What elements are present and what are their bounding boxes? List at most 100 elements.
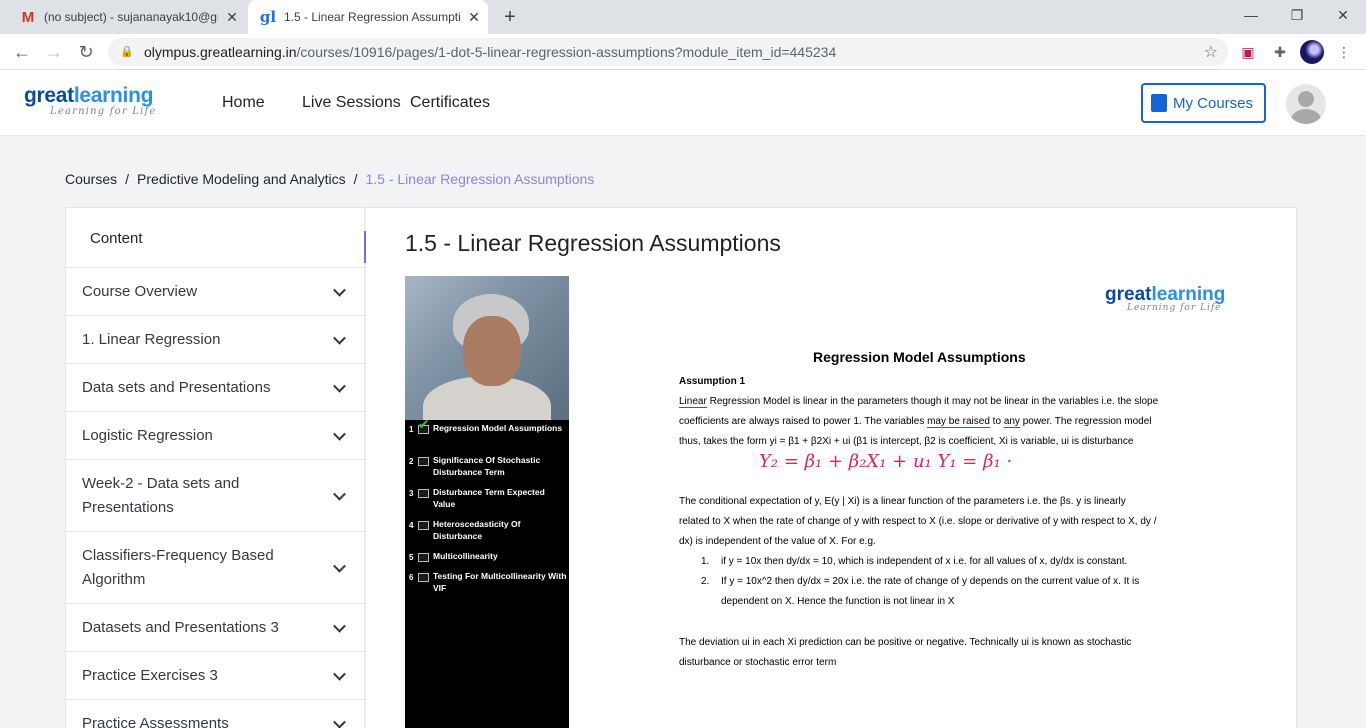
list-number: 1. [701, 556, 710, 567]
toc-item: 2 Significance Of Stochastic Disturbance… [409, 455, 541, 477]
browser-tab-gmail[interactable]: M (no subject) - sujananayak10@gr ✕ [8, 0, 246, 34]
book-icon [1151, 94, 1167, 112]
sidebar-item-label: Datasets and Presentations 3 [82, 618, 279, 636]
sidebar-item-label: Practice Exercises 3 [82, 666, 218, 684]
chevron-down-icon [333, 283, 346, 297]
breadcrumb-current: 1.5 - Linear Regression Assumptions [365, 171, 595, 187]
assumption-label: Assumption 1 [679, 376, 746, 387]
logo-word-great: great [24, 84, 74, 107]
slide-paragraph-2: The conditional expectation of y, E(y | … [679, 496, 1157, 547]
forward-arrow-icon[interactable]: → [40, 38, 68, 66]
close-tab-icon[interactable]: ✕ [460, 9, 488, 26]
toc-item: 3 Disturbance Term Expected Value [409, 487, 545, 509]
site-header: greatlearning Learning for Life Home Liv… [0, 70, 1366, 136]
slide-paragraph-3: The deviation ui in each Xi prediction c… [679, 637, 1132, 668]
presenter-image [405, 276, 569, 420]
toc-item: 1 ✔ Regression Model Assumptions [409, 416, 563, 434]
content-sidebar: Content Course Overview 1. Linear Regres… [65, 207, 365, 728]
checkbox-icon [418, 573, 429, 582]
sidebar-item-label: Classifiers-Frequency Based Algorithm [82, 546, 274, 588]
sidebar-item-course-overview[interactable]: Course Overview [66, 268, 364, 316]
toc-item: 5 Multicollinearity [409, 551, 498, 562]
slide-heading: Regression Model Assumptions [813, 349, 1026, 365]
browser-tab-strip: M (no subject) - sujananayak10@gr ✕ gl 1… [0, 0, 1366, 34]
breadcrumb: Courses / Predictive Modeling and Analyt… [65, 171, 594, 187]
sidebar-item-label: Week-2 - Data sets and Presentations [82, 474, 240, 516]
breadcrumb-courses[interactable]: Courses [65, 171, 117, 187]
my-courses-label: My Courses [1173, 94, 1254, 112]
minimize-button[interactable]: — [1228, 0, 1274, 30]
toc-item: 4 Heteroscedasticity Of Disturbance [409, 519, 521, 541]
logo-word-learning: learning [73, 84, 154, 107]
tab-title: (no subject) - sujananayak10@gr [44, 10, 218, 24]
sidebar-item-practice-assessments[interactable]: Practice Assessments [66, 700, 364, 728]
content-panel: 1.5 - Linear Regression Assumptions 1 ✔ … [366, 207, 1297, 728]
breadcrumb-separator: / [125, 171, 130, 187]
slide-paragraph-1: Linear Regression Model is linear in the… [679, 396, 1159, 447]
toc-item: 6 Testing For Multicollinearity With VIF [409, 571, 567, 593]
sidebar-item-practice-exercises[interactable]: Practice Exercises 3 [66, 652, 364, 700]
sidebar-item-label: Data sets and Presentations [82, 378, 271, 396]
sidebar-item-datasets-3[interactable]: Datasets and Presentations 3 [66, 604, 364, 652]
chevron-down-icon [333, 619, 346, 633]
nav-certificates[interactable]: Certificates [410, 94, 490, 112]
tab-title: 1.5 - Linear Regression Assumptio [284, 10, 460, 24]
handwritten-annotation: Y₂ = β₁ + β₂X₁ + u₁ Y₁ = β₁ · [759, 451, 1013, 472]
greatlearning-icon: gl [259, 8, 277, 26]
url-host: olympus.greatlearning.in [144, 44, 297, 60]
checkmark-icon: ✔ [418, 416, 430, 432]
sidebar-item-data-sets[interactable]: Data sets and Presentations [66, 364, 364, 412]
gmail-icon: M [21, 8, 35, 26]
bookmark-star-icon[interactable]: ☆ [1204, 42, 1218, 62]
chevron-down-icon [333, 427, 346, 441]
checkbox-icon [418, 521, 429, 530]
url-path: /courses/10916/pages/1-dot-5-linear-regr… [296, 44, 837, 60]
chevron-down-icon [333, 715, 346, 728]
sidebar-item-label: Logistic Regression [82, 426, 213, 444]
video-toc: 1 ✔ Regression Model Assumptions 2 Signi… [405, 416, 569, 602]
browser-profile-avatar[interactable] [1300, 40, 1324, 64]
nav-home[interactable]: Home [222, 94, 265, 112]
reload-icon[interactable]: ↻ [72, 38, 100, 66]
restore-button[interactable]: ❐ [1274, 0, 1320, 30]
sidebar-item-linear-regression[interactable]: 1. Linear Regression [66, 316, 364, 364]
video-sidebar: 1 ✔ Regression Model Assumptions 2 Signi… [405, 276, 569, 728]
close-tab-icon[interactable]: ✕ [218, 9, 246, 26]
browser-menu-icon[interactable]: ⋮ [1334, 42, 1354, 62]
close-window-button[interactable]: ✕ [1320, 0, 1366, 30]
my-courses-button[interactable]: My Courses [1141, 83, 1266, 123]
sidebar-heading: Content [66, 208, 364, 268]
chevron-down-icon [333, 667, 346, 681]
list-item: if y = 10x then dy/dx = 10, which is ind… [721, 556, 1128, 567]
address-bar[interactable]: 🔒 olympus.greatlearning.in/courses/10916… [108, 38, 1228, 66]
slide-document: greatlearning Learning for Life Regressi… [675, 276, 1296, 728]
lecture-video-frame[interactable]: 1 ✔ Regression Model Assumptions 2 Signi… [405, 276, 1296, 728]
list-item: If y = 10x^2 then dy/dx = 20x i.e. the r… [721, 576, 1140, 607]
checkbox-icon [418, 489, 429, 498]
extension-shield-icon[interactable]: ▣ [1238, 42, 1258, 62]
lock-icon: 🔒 [120, 46, 134, 58]
slide-logo: greatlearning Learning for Life [1105, 284, 1226, 313]
checkbox-icon [418, 457, 429, 466]
back-arrow-icon[interactable]: ← [8, 38, 36, 66]
chevron-down-icon [333, 379, 346, 393]
user-avatar[interactable] [1286, 84, 1326, 124]
page-title: 1.5 - Linear Regression Assumptions [405, 230, 781, 256]
new-tab-button[interactable]: + [498, 5, 522, 29]
browser-tab-greatlearning[interactable]: gl 1.5 - Linear Regression Assumptio ✕ [248, 0, 488, 34]
greatlearning-logo[interactable]: greatlearning Learning for Life [24, 84, 184, 124]
chevron-down-icon [333, 331, 346, 345]
browser-toolbar: ← → ↻ 🔒 olympus.greatlearning.in/courses… [0, 34, 1366, 70]
sidebar-item-week-2[interactable]: Week-2 - Data sets and Presentations [66, 460, 364, 532]
nav-live-sessions[interactable]: Live Sessions [302, 94, 401, 112]
chevron-down-icon [333, 559, 346, 573]
sidebar-item-label: 1. Linear Regression [82, 330, 221, 348]
sidebar-item-logistic-regression[interactable]: Logistic Regression [66, 412, 364, 460]
checkbox-icon [418, 553, 429, 562]
sidebar-item-label: Course Overview [82, 282, 198, 300]
breadcrumb-course[interactable]: Predictive Modeling and Analytics [137, 171, 346, 187]
sidebar-item-label: Practice Assessments [82, 714, 229, 728]
breadcrumb-separator: / [353, 171, 358, 187]
sidebar-item-classifiers[interactable]: Classifiers-Frequency Based Algorithm [66, 532, 364, 604]
extensions-puzzle-icon[interactable]: ✚ [1270, 42, 1290, 62]
